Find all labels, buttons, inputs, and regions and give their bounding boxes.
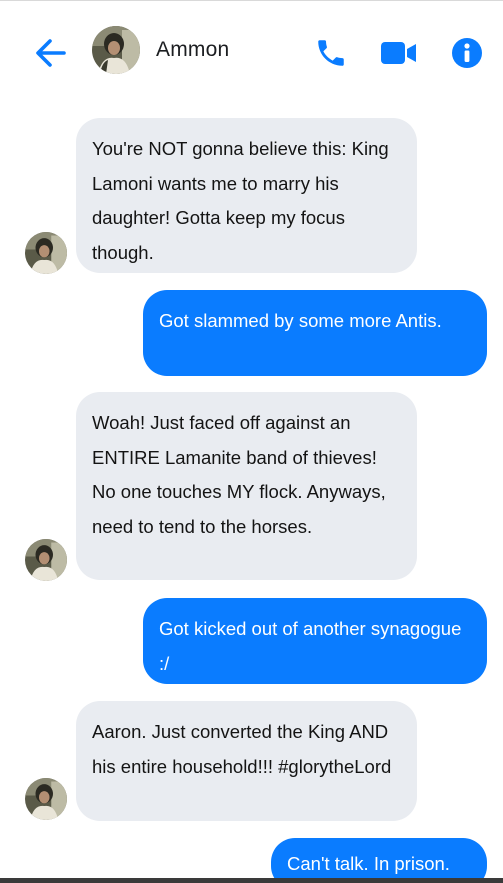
incoming-message: Aaron. Just converted the King AND his e… [76,701,417,821]
contact-avatar[interactable] [92,26,140,74]
call-button[interactable] [314,36,348,70]
contact-name[interactable]: Ammon [156,38,229,62]
sender-avatar[interactable] [25,232,67,274]
outgoing-message: Can't talk. In prison. [271,838,487,883]
back-button[interactable] [34,37,68,69]
info-icon [452,38,482,68]
sender-avatar[interactable] [25,539,67,581]
chat-header: Ammon [0,1,503,101]
info-button[interactable] [451,37,483,69]
chat-window: Ammon You're NOT gonna believe this: Kin… [0,0,503,883]
video-call-button[interactable] [380,40,418,66]
video-camera-icon [381,42,416,64]
outgoing-message: Got slammed by some more Antis. [143,290,487,376]
outgoing-message: Got kicked out of another synagogue :/ [143,598,487,684]
incoming-message: You're NOT gonna believe this: King Lamo… [76,118,417,273]
arrow-left-icon [36,39,66,67]
incoming-message: Woah! Just faced off against an ENTIRE L… [76,392,417,580]
phone-icon [318,40,344,66]
sender-avatar[interactable] [25,778,67,820]
bottom-divider [0,878,503,883]
